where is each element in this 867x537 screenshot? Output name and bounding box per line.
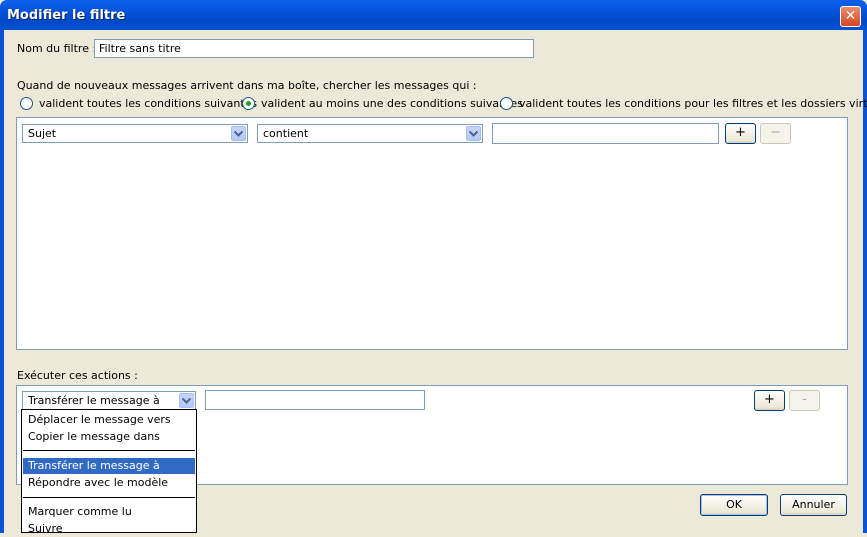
match-any-label[interactable]: valident au moins une des conditions sui… [261,97,523,110]
close-icon: ✕ [844,8,857,24]
match-prompt: Quand de nouveaux messages arrivent dans… [17,79,477,92]
match-virtual-label[interactable]: valident toutes les conditions pour les … [519,97,867,110]
condition-field-value: Sujet [28,127,57,140]
dropdown-item-flag[interactable]: Suivre [23,521,195,537]
dropdown-item-copy[interactable]: Copier le message dans [23,429,195,445]
action-type-select[interactable]: Transférer le message à [22,391,196,410]
match-any-radio[interactable] [242,97,255,110]
dropdown-separator [23,450,195,451]
dropdown-item-move[interactable]: Déplacer le message vers [23,412,195,428]
actions-label: Exécuter ces actions : [17,369,138,382]
window-title: Modifier le filtre [7,8,126,23]
condition-operator-select[interactable]: contient [257,124,483,143]
ok-button[interactable]: OK [700,494,768,516]
match-all-label[interactable]: valident toutes les conditions suivantes [39,97,257,110]
remove-action-button[interactable]: - [789,390,820,411]
add-action-button[interactable]: + [754,390,785,411]
chevron-down-icon[interactable] [179,393,194,408]
action-type-value: Transférer le message à [28,394,160,407]
filter-name-input[interactable]: Filtre sans titre [94,39,534,58]
dropdown-item-forward[interactable]: Transférer le message à [23,458,195,474]
condition-value-input[interactable] [492,123,719,144]
remove-condition-button[interactable]: − [760,123,791,144]
window-frame-left [0,30,4,533]
action-target-input[interactable] [205,390,425,410]
filter-name-label: Nom du filtre : [17,42,97,55]
chevron-down-icon[interactable] [466,126,481,141]
chevron-down-icon[interactable] [231,126,246,141]
add-condition-button[interactable]: + [725,123,756,144]
conditions-panel [16,117,848,350]
close-button[interactable]: ✕ [840,6,861,27]
dropdown-item-mark-read[interactable]: Marquer comme lu [23,504,195,520]
dropdown-separator [23,497,195,498]
match-all-radio[interactable] [20,97,33,110]
action-type-dropdown: Déplacer le message vers Copier le messa… [21,409,197,535]
cancel-button[interactable]: Annuler [780,494,847,516]
condition-field-select[interactable]: Sujet [22,124,248,143]
condition-operator-value: contient [263,127,309,140]
title-bar: Modifier le filtre ✕ [0,0,867,30]
match-virtual-radio[interactable] [500,97,513,110]
dropdown-item-reply-template[interactable]: Répondre avec le modèle [23,475,195,491]
